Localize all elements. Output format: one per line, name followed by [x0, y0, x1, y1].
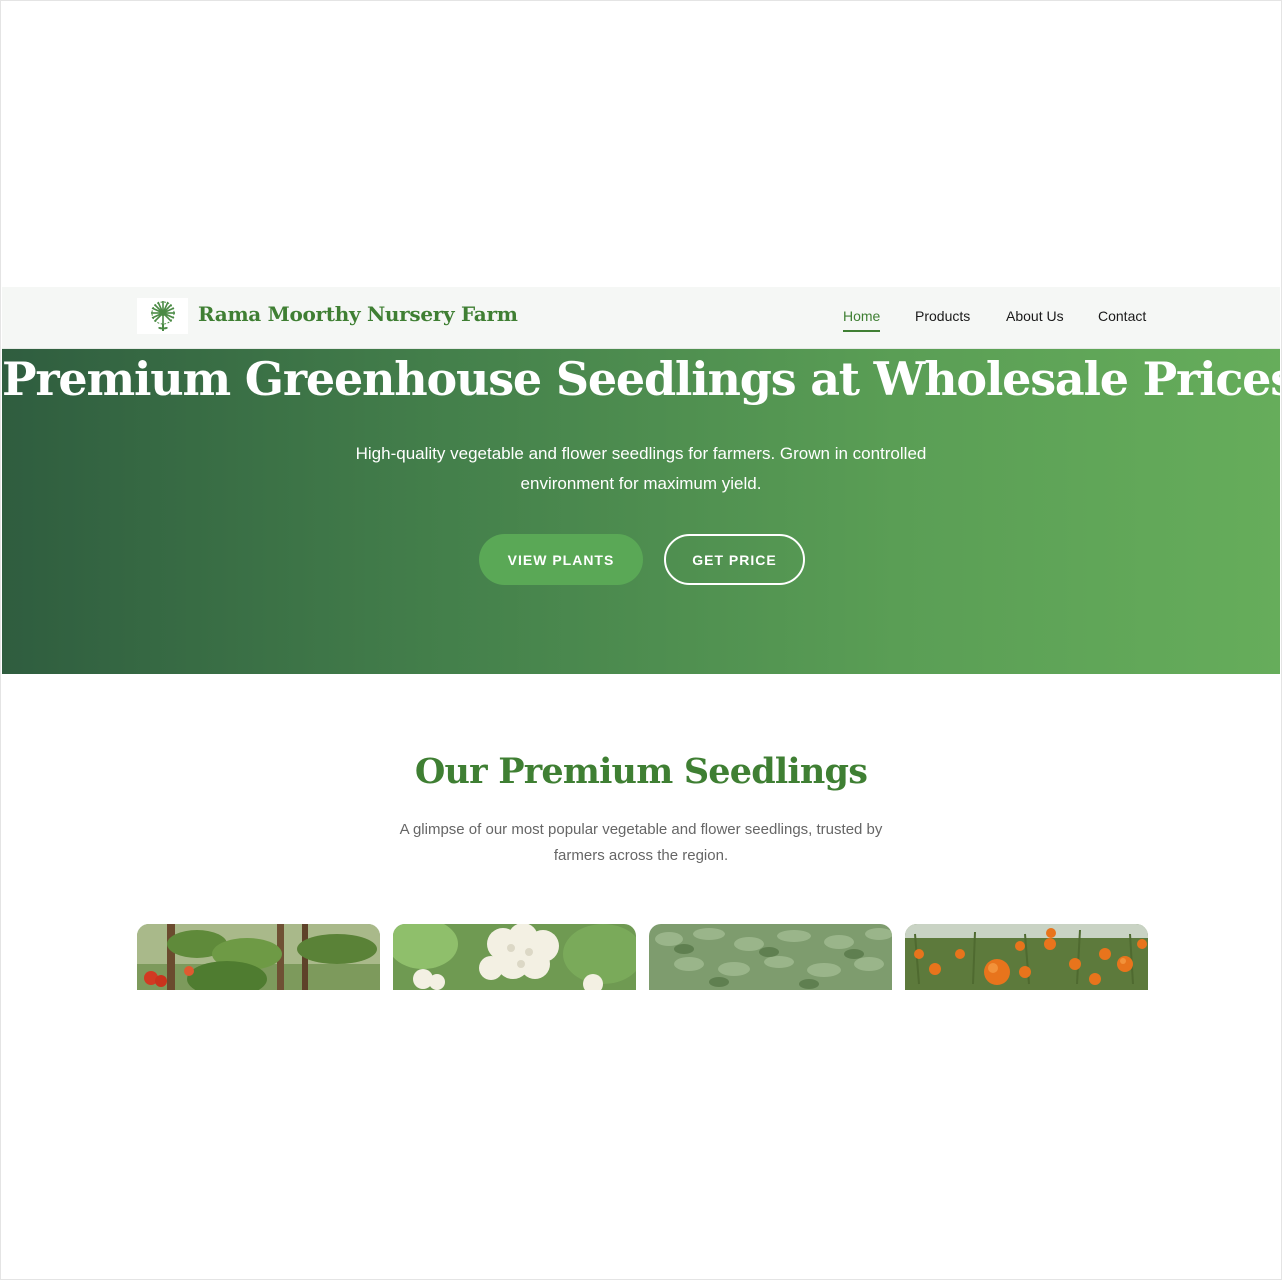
- nav-products[interactable]: Products: [915, 308, 970, 324]
- get-price-button[interactable]: GET PRICE: [664, 534, 805, 585]
- product-card-cauliflower[interactable]: [393, 924, 636, 990]
- nav-contact[interactable]: Contact: [1098, 308, 1146, 324]
- hero-title: Premium Greenhouse Seedlings at Wholesal…: [2, 352, 1280, 406]
- site-header: Rama Moorthy Nursery Farm Home Products …: [2, 287, 1280, 349]
- marigold-flowers-photo: [905, 924, 1148, 990]
- brand-name[interactable]: Rama Moorthy Nursery Farm: [198, 302, 518, 326]
- logo[interactable]: [137, 298, 188, 334]
- browser-viewport: Rama Moorthy Nursery Farm Home Products …: [2, 287, 1280, 990]
- nav-about-us[interactable]: About Us: [1006, 308, 1064, 324]
- hero-subtitle: High-quality vegetable and flower seedli…: [355, 444, 927, 493]
- leafy-seedlings-photo: [649, 924, 892, 990]
- hero-section: Premium Greenhouse Seedlings at Wholesal…: [2, 349, 1280, 674]
- product-card-marigold[interactable]: [905, 924, 1148, 990]
- cauliflower-photo: [393, 924, 636, 990]
- product-card-leafy-seedlings[interactable]: [649, 924, 892, 990]
- product-card-tomato[interactable]: [137, 924, 380, 990]
- nav-home[interactable]: Home: [843, 308, 881, 332]
- tomato-plants-photo: [137, 924, 380, 990]
- view-plants-button[interactable]: VIEW PLANTS: [479, 534, 643, 585]
- sunflower-tree-logo-icon: [150, 301, 175, 331]
- products-section-title: Our Premium Seedlings: [414, 751, 868, 792]
- products-section-subtitle: A glimpse of our most popular vegetable …: [399, 821, 883, 864]
